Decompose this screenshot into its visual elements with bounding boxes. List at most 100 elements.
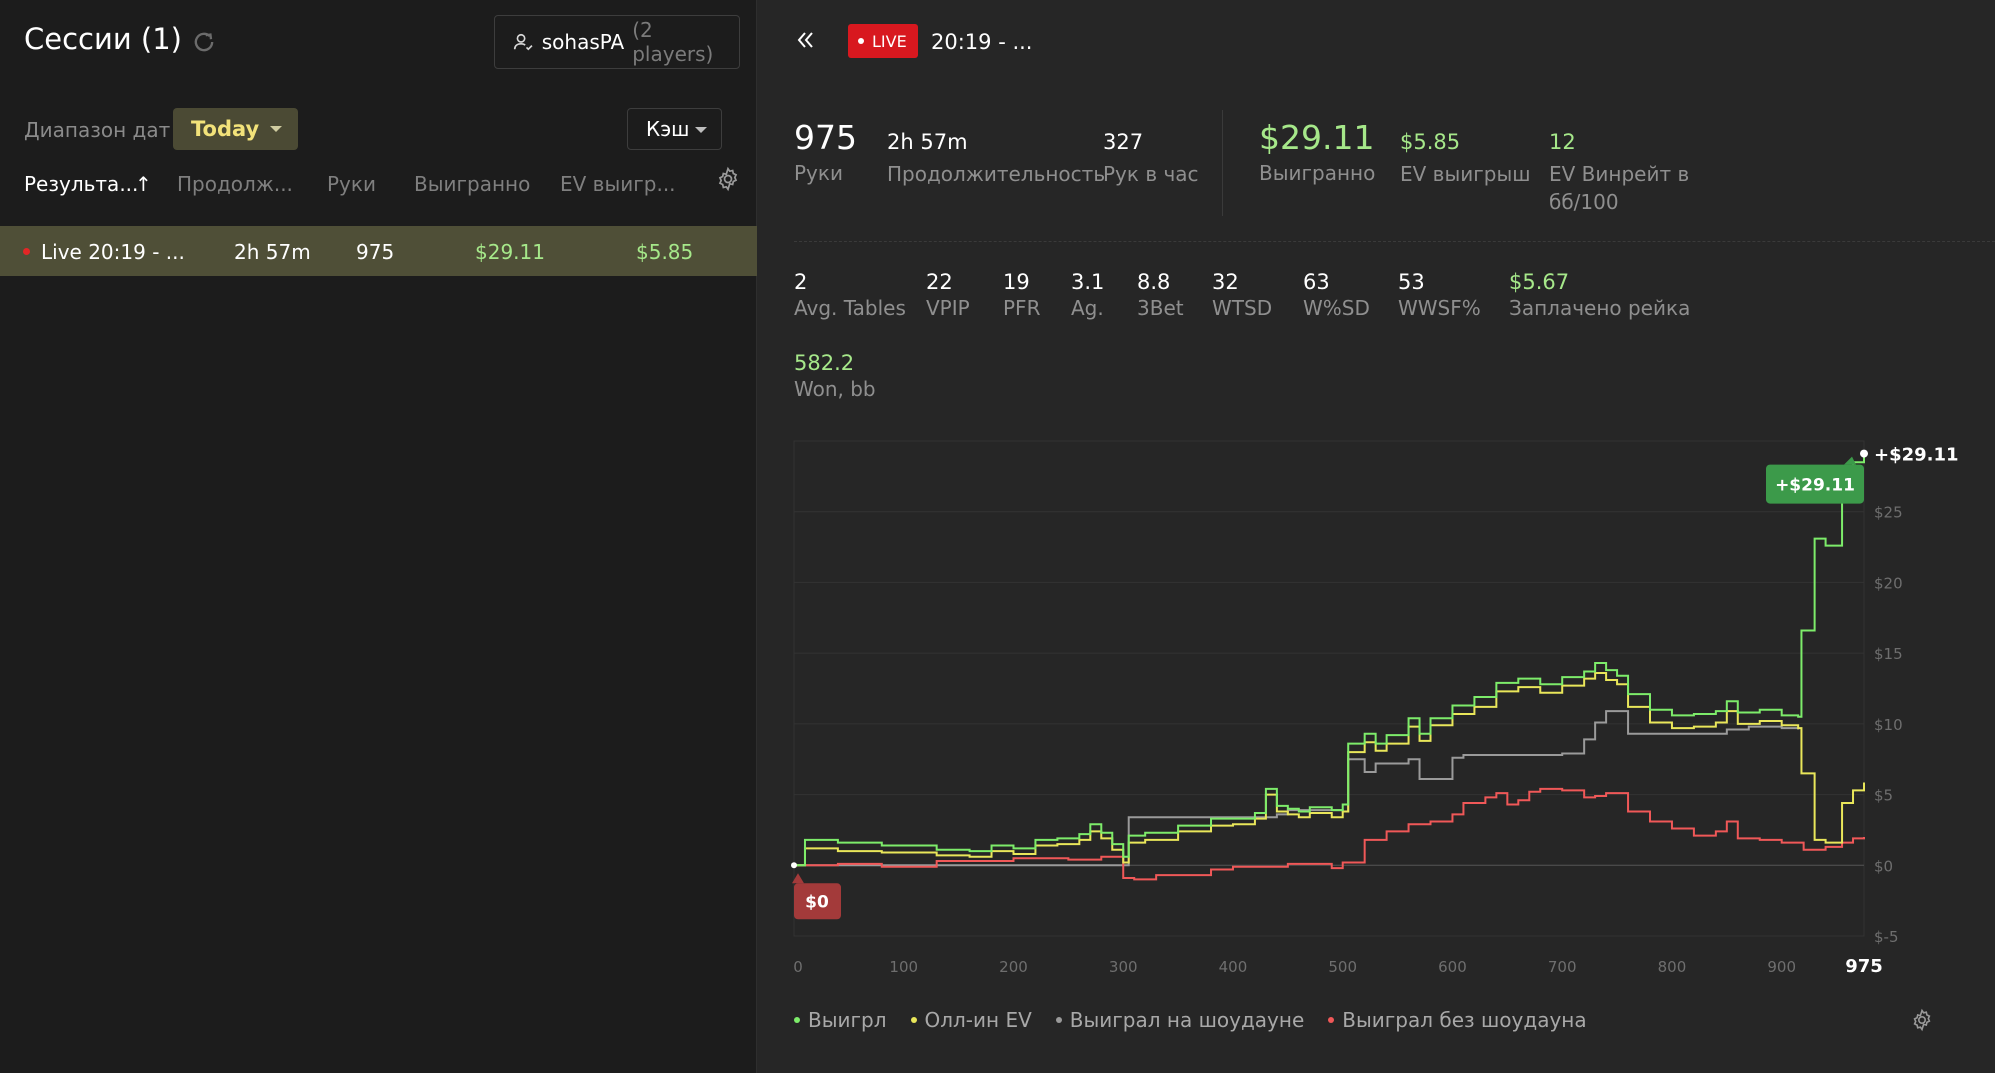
stat-avg-tables: 2 Avg. Tables — [794, 270, 906, 320]
stat-label: VPIP — [926, 296, 970, 320]
stat-label: Заплачено рейка — [1509, 296, 1691, 320]
stat-value: 8.8 — [1137, 270, 1171, 294]
end-marker — [1860, 449, 1868, 458]
refresh-icon[interactable] — [190, 28, 218, 56]
sessions-panel: Сессии (1) sohasPA (2 players) Диапазон … — [0, 0, 757, 1073]
column-header-result[interactable]: Результа... — [24, 172, 138, 196]
player-selector-button[interactable]: sohasPA (2 players) — [494, 15, 740, 69]
gear-icon[interactable] — [715, 166, 741, 192]
stat-value: $29.11 — [1259, 118, 1375, 157]
end-value-label: +$29.11 — [1874, 445, 1959, 466]
legend-dot-icon — [794, 1017, 800, 1023]
stat-value: 19 — [1003, 270, 1030, 294]
stat-ev-won: $5.85 EV выигрыш — [1400, 130, 1531, 188]
stat-wsd: 63 W%SD — [1303, 270, 1370, 320]
legend-label: Выиграл на шоудауне — [1069, 1008, 1305, 1032]
stat-pfr: 19 PFR — [1003, 270, 1040, 320]
x-tick-label: 800 — [1658, 958, 1687, 976]
y-tick-label: $20 — [1874, 574, 1903, 592]
stat-value: 53 — [1398, 270, 1425, 294]
legend-item[interactable]: Выиграл без шоудауна — [1328, 1008, 1587, 1032]
stat-label: Продолжительность — [887, 162, 1106, 186]
x-tick-label: 300 — [1109, 958, 1138, 976]
column-header-won[interactable]: Выигранно — [414, 172, 530, 196]
session-hands: 975 — [356, 240, 395, 264]
y-tick-label: $15 — [1874, 645, 1903, 663]
column-header-hands[interactable]: Руки — [327, 172, 376, 196]
session-name: Live 20:19 - ... — [41, 240, 185, 264]
x-tick-label: 900 — [1767, 958, 1796, 976]
stat-wwsf: 53 WWSF% — [1398, 270, 1481, 320]
stat-label: EV Винрейт в бб/100 — [1549, 160, 1689, 216]
stat-label: Avg. Tables — [794, 296, 906, 320]
date-range-value: Today — [191, 117, 260, 141]
start-marker — [791, 862, 797, 869]
stat-label: Won, bb — [794, 377, 876, 401]
stat-value: 63 — [1303, 270, 1330, 294]
end-badge-label: +$29.11 — [1775, 476, 1855, 496]
stat-label: WWSF% — [1398, 296, 1481, 320]
player-name: sohasPA — [541, 30, 625, 54]
legend-dot-icon — [1328, 1017, 1335, 1023]
stat-value: 22 — [926, 270, 953, 294]
stat-label: W%SD — [1303, 296, 1370, 320]
stat-value: 327 — [1103, 130, 1144, 154]
sort-arrow-icon: ↑ — [135, 172, 152, 196]
y-tick-label: $10 — [1874, 716, 1903, 734]
game-type-value: Кэш — [646, 117, 690, 141]
y-tick-label: $0 — [1874, 857, 1893, 875]
legend-item[interactable]: Выигрл — [794, 1008, 887, 1032]
stat-value: 975 — [794, 118, 857, 157]
x-tick-label: 700 — [1548, 958, 1577, 976]
series-line — [794, 710, 1800, 867]
stat-value: 12 — [1549, 130, 1576, 154]
player-count: (2 players) — [632, 18, 714, 66]
stat-value: 3.1 — [1071, 270, 1105, 294]
y-tick-label: $5 — [1874, 787, 1893, 805]
stat-value: 2h 57m — [887, 130, 968, 154]
sessions-title: Сессии (1) — [24, 22, 182, 56]
stat-hands: 975 Руки — [794, 118, 857, 187]
stat-value: $5.67 — [1509, 270, 1570, 294]
session-ev-won: $5.85 — [636, 240, 694, 264]
column-header-ev-won[interactable]: EV выигр... — [560, 172, 676, 196]
session-row[interactable]: Live 20:19 - ... 2h 57m 975 $29.11 $5.85 — [0, 226, 757, 276]
chevron-down-icon — [270, 126, 282, 132]
stat-label: 3Bet — [1137, 296, 1184, 320]
chevron-down-icon — [695, 127, 707, 133]
x-tick-label: 600 — [1438, 958, 1467, 976]
legend-item[interactable]: Олл-ин EV — [910, 1008, 1032, 1032]
y-tick-label: $-5 — [1874, 928, 1899, 946]
chevrons-left-icon[interactable] — [792, 28, 818, 52]
chart-legend: Выигрл Олл-ин EV Выиграл на шоудауне Выигра… — [794, 1008, 1611, 1032]
gear-icon[interactable] — [1910, 1008, 1934, 1032]
stat-label: EV выигрыш — [1400, 162, 1531, 186]
stat-value: 2 — [794, 270, 808, 294]
start-badge-label: $0 — [805, 892, 829, 912]
legend-dot-icon — [1055, 1017, 1062, 1023]
y-tick-label: $25 — [1874, 504, 1903, 522]
stat-vpip: 22 VPIP — [926, 270, 970, 320]
live-dot-icon — [858, 38, 864, 44]
stat-label: PFR — [1003, 296, 1041, 320]
x-tick-label: 975 — [1845, 956, 1883, 977]
legend-item[interactable]: Выиграл на шоудауне — [1055, 1008, 1305, 1032]
live-dot-icon — [23, 248, 30, 255]
game-type-dropdown[interactable]: Кэш — [627, 108, 722, 150]
stat-won-bb: 582.2 Won, bb — [794, 351, 876, 401]
stat-label-line1: EV Винрейт в — [1549, 162, 1690, 186]
date-range-label: Диапазон дат — [24, 118, 171, 142]
legend-dot-icon — [910, 1017, 917, 1023]
end-badge-pointer — [1844, 456, 1856, 465]
x-tick-label: 0 — [793, 958, 803, 976]
column-header-duration[interactable]: Продолж... — [177, 172, 293, 196]
stat-label-line2: бб/100 — [1549, 190, 1619, 214]
stat-label: WTSD — [1212, 296, 1273, 320]
stat-won: $29.11 Выигранно — [1259, 118, 1375, 187]
x-tick-label: 200 — [999, 958, 1028, 976]
date-range-dropdown[interactable]: Today — [173, 108, 298, 150]
session-title: 20:19 - ... — [931, 30, 1033, 54]
session-detail-panel: LIVE 20:19 - ... 975 Руки 2h 57m Продолж… — [757, 0, 1995, 1073]
x-tick-label: 400 — [1219, 958, 1248, 976]
profit-chart: $-5 $0 $5 $10 $15 $20 $25 0 100 200 300 400 500 600 70… — [791, 440, 1959, 977]
